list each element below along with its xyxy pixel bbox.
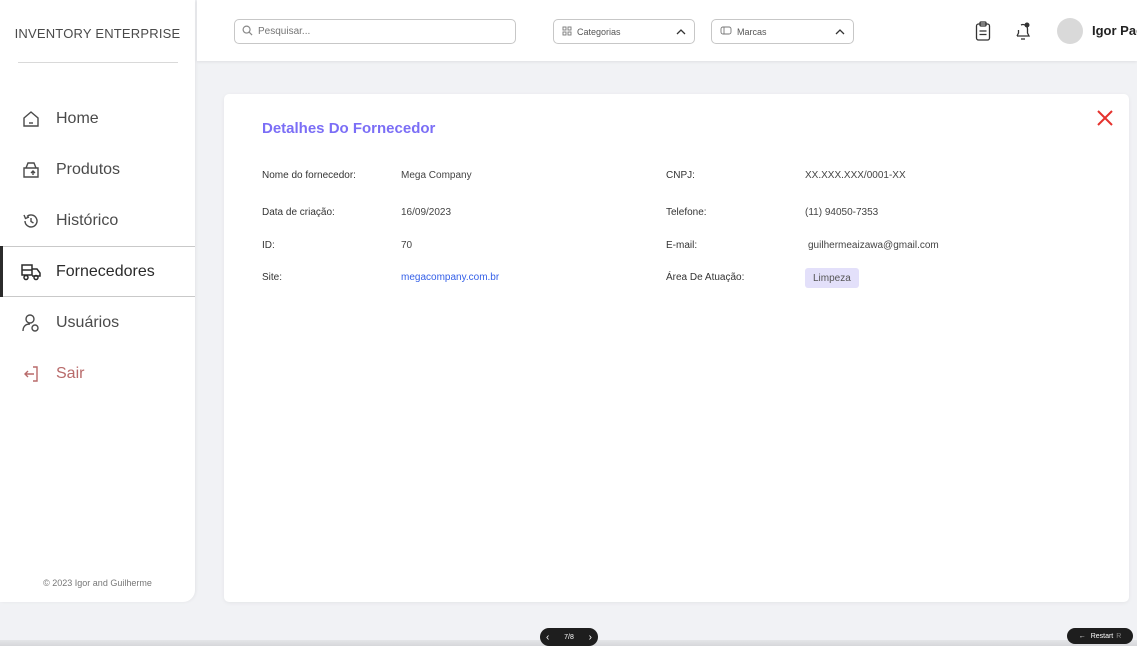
footer-copyright: © 2023 Igor and Guilherme [43,578,152,588]
page-title: Detalhes Do Fornecedor [262,120,436,137]
sidebar-item-produtos[interactable]: Produtos [0,144,195,195]
home-icon [20,108,42,130]
pager: ‹ 7/8 › [540,628,598,646]
grid-icon [562,26,572,38]
brands-label: Marcas [737,26,767,37]
creation-date-value: 16/09/2023 [401,207,452,218]
site-link[interactable]: megacompany.com.br [401,272,499,283]
top-bar: Categorias Marcas Igor Pae [197,0,1137,61]
site-label: Site: [262,272,283,283]
categories-label: Categorias [577,26,621,37]
truck-icon [20,261,42,283]
search-input[interactable] [258,26,498,37]
supplier-name-value: Mega Company [401,170,472,181]
package-icon [20,159,42,181]
sidebar-item-label: Fornecedores [56,262,155,280]
brand-logo: INVENTORY ENTERPRISE [14,25,181,41]
area-tag: Limpeza [805,268,859,288]
close-button[interactable] [1095,108,1115,128]
search-box[interactable] [234,19,516,44]
email-value: guilhermeaizawa@gmail.com [808,240,939,251]
restart-label: Restart [1090,632,1114,640]
back-arrow-icon: ← [1078,632,1086,640]
sidebar-item-label: Histórico [56,211,119,229]
brands-select[interactable]: Marcas [711,19,854,44]
area-label: Área De Atuação: [666,272,745,283]
search-icon [242,23,253,41]
id-value: 70 [401,240,413,251]
restart-button[interactable]: ← Restart R [1067,628,1133,644]
creation-date-label: Data de criação: [262,207,335,218]
sidebar-item-label: Sair [56,364,85,382]
next-page-icon[interactable]: › [589,632,592,643]
supplier-details-card: Detalhes Do Fornecedor Nome do fornecedo… [224,94,1129,602]
sidebar-item-label: Usuários [56,313,120,331]
id-label: ID: [262,240,275,251]
pager-text: 7/8 [564,633,574,641]
user-name[interactable]: Igor Pae [1092,23,1137,38]
users-icon [20,312,42,334]
sidebar-item-label: Produtos [56,160,121,178]
categories-select[interactable]: Categorias [553,19,695,44]
sidebar-item-historico[interactable]: Histórico [0,195,195,246]
supplier-name-label: Nome do fornecedor: [262,170,356,181]
prev-page-icon[interactable]: ‹ [546,632,549,643]
cnpj-label: CNPJ: [666,170,695,181]
bell-icon[interactable] [1012,20,1034,42]
chevron-up-icon [676,27,686,37]
sidebar-item-fornecedores[interactable]: Fornecedores [0,246,195,297]
brand-divider [18,62,178,63]
restart-key: R [1116,632,1122,640]
tag-icon [720,26,732,37]
sidebar: INVENTORY ENTERPRISE Home Produtos Histó… [0,0,195,602]
cnpj-value: XX.XXX.XXX/0001-XX [805,170,906,181]
phone-value: (11) 94050-7353 [805,207,879,218]
sidebar-item-home[interactable]: Home [0,93,195,144]
history-icon [20,210,42,232]
sidebar-nav: Home Produtos Histórico Fornecedores Usu… [0,93,195,399]
sidebar-item-usuarios[interactable]: Usuários [0,297,195,348]
avatar[interactable] [1057,18,1083,44]
chevron-up-icon [835,27,845,37]
clipboard-icon[interactable] [972,20,994,42]
phone-label: Telefone: [666,207,707,218]
logout-icon [20,363,42,385]
sidebar-item-sair[interactable]: Sair [0,348,195,399]
close-icon [1097,110,1113,126]
email-label: E-mail: [666,240,698,251]
sidebar-item-label: Home [56,109,99,127]
